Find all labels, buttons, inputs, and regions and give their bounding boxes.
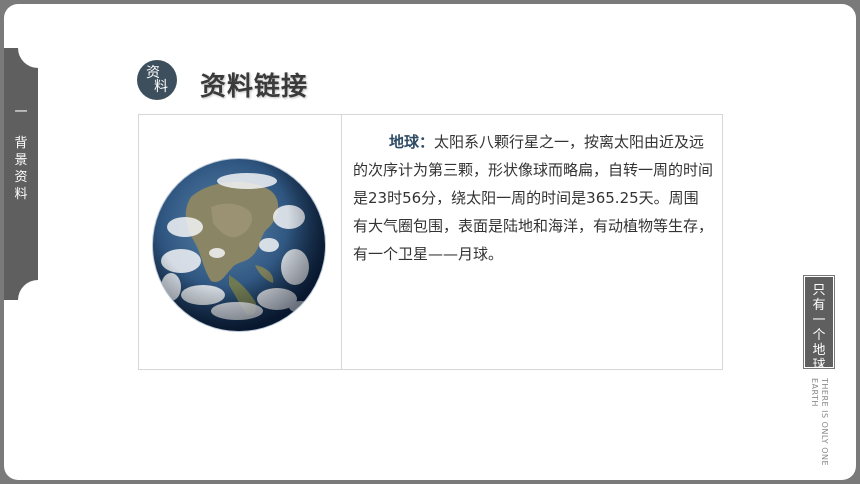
theme-tab-char: 只	[812, 283, 826, 298]
section-tab-label: 一 背 景 资 料	[4, 104, 38, 203]
description-body: 太阳系八颗行星之一，按离太阳由近及远的次序计为第三颗，形状像球而略扁，自转一周的…	[353, 133, 714, 263]
theme-tab-char: 球	[812, 358, 826, 373]
theme-tab-char: 一	[812, 313, 826, 328]
section-tab-char: 背	[14, 136, 28, 151]
section-tab-char: 一	[14, 105, 28, 120]
tab-notch-top	[18, 28, 58, 68]
section-tab: 一 背 景 资 料	[4, 28, 58, 320]
section-tab-char: 料	[14, 187, 28, 202]
theme-tab: 只 有 一 个 地 球	[803, 275, 835, 373]
badge-char: 料	[154, 79, 168, 95]
theme-tab-char: 地	[812, 343, 826, 358]
term-earth: 地球	[389, 133, 420, 151]
image-panel	[139, 115, 342, 369]
tab-notch-bottom	[18, 280, 58, 320]
section-tab-char: 资	[14, 170, 28, 185]
theme-tab-char: 有	[812, 298, 826, 313]
term-colon: ：	[419, 133, 435, 151]
theme-subtitle: THERE IS ONLY ONE EARTH	[810, 378, 829, 467]
description-text: 地球：太阳系八颗行星之一，按离太阳由近及远的次序计为第三颗，形状像球而略扁，自转…	[353, 128, 713, 268]
section-tab-char: 景	[14, 153, 28, 168]
page-title: 资料链接	[200, 72, 309, 102]
theme-subtitle-box: THERE IS ONLY ONE EARTH	[809, 378, 833, 468]
content-card: 地球：太阳系八颗行星之一，按离太阳由近及远的次序计为第三颗，形状像球而略扁，自转…	[138, 114, 723, 370]
theme-tab-char: 个	[812, 328, 826, 343]
slide: 一 背 景 资 料 资 料 资料链接 地球：太阳系八颗行星之一，按离太阳由近及远…	[4, 4, 856, 480]
resource-badge-icon: 资 料	[137, 60, 177, 100]
earth-image	[152, 158, 326, 332]
